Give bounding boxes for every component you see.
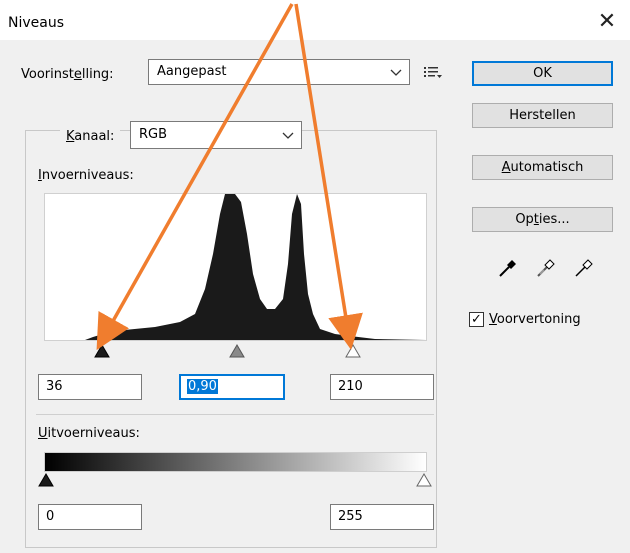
input-gamma-slider[interactable] <box>229 344 245 358</box>
input-white-slider[interactable] <box>345 344 361 358</box>
preset-value: Aangepast <box>157 64 227 79</box>
preview-checkbox[interactable]: ✓ <box>469 312 484 327</box>
output-white-field[interactable]: 255 <box>330 504 434 530</box>
input-white-value: 210 <box>338 379 363 394</box>
output-black-field[interactable]: 0 <box>38 504 142 530</box>
input-black-value: 36 <box>46 379 63 394</box>
channel-value: RGB <box>139 127 168 142</box>
channel-label: Kanaal: <box>60 122 121 152</box>
histogram <box>44 193 427 341</box>
auto-button[interactable]: Automatisch <box>472 155 613 180</box>
checkmark-icon: ✓ <box>471 312 482 327</box>
preset-menu-icon[interactable] <box>422 63 444 81</box>
close-icon[interactable]: ✕ <box>594 10 620 36</box>
options-button[interactable]: Opties... <box>472 207 613 232</box>
input-white-field[interactable]: 210 <box>330 374 434 400</box>
output-white-value: 255 <box>338 509 363 524</box>
input-black-field[interactable]: 36 <box>38 374 142 400</box>
output-black-slider[interactable] <box>38 473 54 487</box>
ok-button[interactable]: OK <box>472 61 613 86</box>
input-black-slider[interactable] <box>94 344 110 358</box>
divider <box>36 414 434 415</box>
output-levels-label: Uitvoerniveaus: <box>38 426 140 441</box>
output-white-slider[interactable] <box>416 473 432 487</box>
gray-eyedropper-icon[interactable] <box>534 256 558 280</box>
window-title: Niveaus <box>8 15 65 31</box>
input-gamma-value: 0,90 <box>187 379 218 394</box>
input-gamma-field[interactable]: 0,90 <box>179 374 285 400</box>
chevron-down-icon <box>281 124 295 149</box>
reset-button[interactable]: Herstellen <box>472 103 613 128</box>
output-gradient <box>44 452 427 472</box>
white-eyedropper-icon[interactable] <box>572 256 596 280</box>
chevron-down-icon <box>389 62 403 85</box>
preset-label: Voorinstelling: <box>21 67 114 82</box>
preset-dropdown[interactable]: Aangepast <box>148 59 410 85</box>
histogram-plot <box>45 194 426 340</box>
preview-label: Voorvertoning <box>489 312 581 327</box>
input-levels-label: Invoerniveaus: <box>38 168 134 183</box>
channel-dropdown[interactable]: RGB <box>130 121 302 149</box>
title-bar: Niveaus ✕ <box>0 6 630 40</box>
black-eyedropper-icon[interactable] <box>496 256 520 280</box>
output-black-value: 0 <box>46 509 55 524</box>
